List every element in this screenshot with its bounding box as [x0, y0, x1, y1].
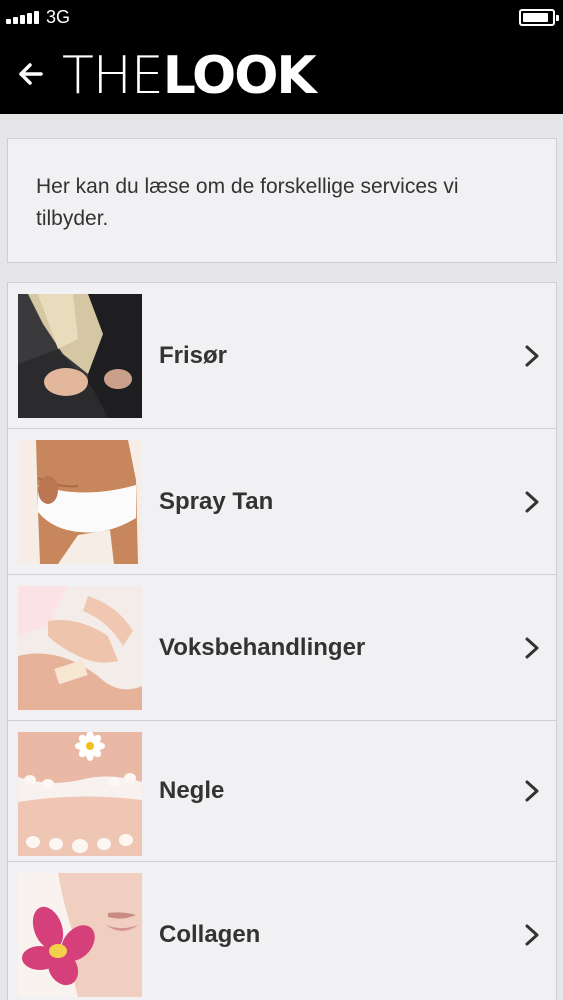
service-label: Negle — [159, 777, 225, 804]
status-bar: 3G — [0, 0, 563, 34]
logo-bold-text: LOOK — [162, 46, 317, 106]
hair-photo — [18, 294, 142, 418]
service-label: Spray Tan — [159, 487, 274, 515]
chevron-right-icon — [525, 780, 539, 802]
collagen-photo — [18, 873, 142, 997]
intro-card: Her kan du læse om de forskellige servic… — [7, 138, 557, 263]
services-list: Frisør Spray Tan Voksbehandlinger Negle … — [7, 282, 557, 1000]
service-item-spray-tan[interactable]: Spray Tan — [8, 429, 556, 575]
service-label: Voksbehandlinger — [159, 633, 366, 661]
chevron-right-icon — [525, 924, 539, 945]
service-label: Frisør — [159, 341, 228, 369]
service-item-frisor[interactable]: Frisør — [8, 283, 556, 429]
service-item-voksbehandlinger[interactable]: Voksbehandlinger — [8, 575, 556, 721]
back-button[interactable] — [12, 56, 48, 92]
logo-thin-text: THE — [62, 46, 164, 106]
service-item-negle[interactable]: Negle — [8, 721, 556, 862]
chevron-right-icon — [525, 637, 539, 658]
waxing-photo — [18, 586, 142, 710]
service-item-collagen[interactable]: Collagen — [8, 862, 556, 1000]
chevron-right-icon — [525, 491, 539, 512]
nails-photo — [18, 732, 142, 856]
app-logo: THELOOK — [62, 44, 317, 106]
app-header: THELOOK — [0, 34, 563, 114]
chevron-right-icon — [525, 345, 539, 366]
network-type: 3G — [46, 7, 71, 27]
battery-icon — [519, 9, 559, 26]
service-label: Collagen — [159, 920, 261, 948]
intro-text: Her kan du læse om de forskellige servic… — [36, 175, 459, 230]
arrow-left-icon — [19, 63, 43, 85]
tan-photo — [18, 440, 142, 564]
